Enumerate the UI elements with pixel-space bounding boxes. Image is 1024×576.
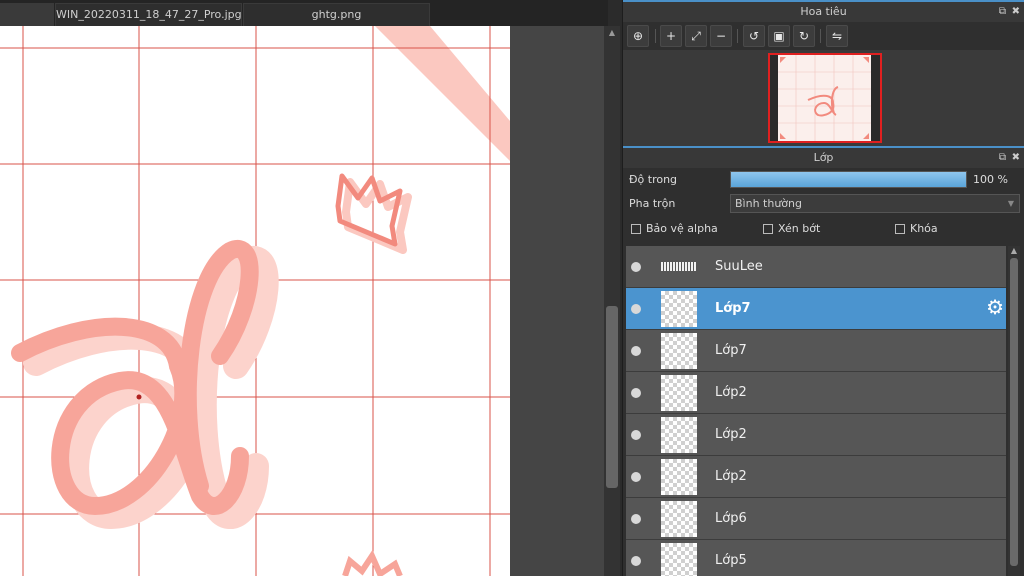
layer-thumbnail [661,543,697,576]
zoom-actual-icon[interactable]: ⊕ [627,25,649,47]
close-icon[interactable]: ✖ [1012,148,1020,168]
fit-screen-icon[interactable]: ⤢ [685,25,707,47]
layer-name: Lớp2 [715,469,747,484]
navigator-preview-area [623,50,1024,146]
layer-name: Lớp6 [715,511,747,526]
tab-previous[interactable] [0,3,54,26]
scroll-thumb[interactable] [1010,258,1018,566]
blend-mode-value: Bình thường [735,197,802,210]
layer-row[interactable]: Lớp2 [626,414,1006,456]
navigator-thumbnail [778,55,871,141]
visibility-icon[interactable] [631,346,641,356]
clipping-label: Xén bớt [778,222,821,235]
scroll-up-icon[interactable]: ▲ [607,28,617,38]
layer-row[interactable]: Lớp6 [626,498,1006,540]
tab-image-2[interactable]: ghtg.png [243,3,430,26]
visibility-icon[interactable] [631,262,641,272]
visibility-icon[interactable] [631,472,641,482]
checkbox-box[interactable] [631,223,641,234]
layer-row[interactable]: Lớp7 [626,330,1006,372]
visibility-icon[interactable] [631,388,641,398]
blend-row: Pha trộn Bình thường ▼ [623,192,1024,216]
layer-list: SuuLee Lớp7 ⚙ Lớp7 Lớp2 Lớp2 Lớp2 Lớp6 Lớp5 [626,246,1006,576]
canvas-artwork [0,26,510,576]
gear-icon[interactable]: ⚙ [986,297,1004,317]
chevron-down-icon: ▼ [1007,199,1014,208]
canvas-vertical-scrollbar[interactable]: ▲ [604,26,620,576]
navigator-title: Hoa tiêu [800,5,847,18]
checkbox-box[interactable] [763,223,773,234]
clipping-checkbox[interactable]: Xén bớt [763,222,820,235]
visibility-icon[interactable] [631,514,641,524]
scroll-thumb[interactable] [606,306,618,488]
layer-thumbnail [661,459,697,495]
layer-options-row: Bảo vệ alpha Xén bớt Khóa [623,216,1024,240]
layer-thumbnail [661,291,697,327]
canvas-area[interactable] [0,26,604,576]
layer-name: Lớp2 [715,385,747,400]
opacity-row: Độ trong 100 % [623,168,1024,192]
layer-name: Lớp7 [715,301,751,316]
layer-list-scrollbar[interactable]: ▲ [1008,246,1020,576]
popout-icon[interactable]: ⧉ [999,2,1006,22]
scroll-up-icon[interactable]: ▲ [1009,246,1019,255]
layer-thumbnail [661,375,697,411]
navigator-toolbar: ⊕ + ⤢ − ↺ ▣ ↻ ⇋ [623,22,1024,50]
layer-name: SuuLee [715,259,763,274]
navigator-viewport[interactable] [768,53,882,143]
letter-d-stroke [11,240,279,530]
opacity-slider[interactable] [730,171,967,188]
blend-mode-select[interactable]: Bình thường ▼ [730,194,1020,213]
layer-row[interactable]: Lớp5 [626,540,1006,576]
toolbar-separator [655,29,656,43]
checkbox-box[interactable] [895,223,905,234]
layers-title-bar: Lớp ⧉ ✖ [623,146,1024,168]
lock-label: Khóa [910,222,938,235]
protect-alpha-label: Bảo vệ alpha [646,222,718,235]
toolbar-separator [820,29,821,43]
close-icon[interactable]: ✖ [1012,2,1020,22]
tab-bar: WIN_20220311_18_47_27_Pro.jpg ghtg.png [0,0,608,26]
lock-checkbox[interactable]: Khóa [895,222,938,235]
zoom-out-icon[interactable]: − [710,25,732,47]
opacity-slider-fill [731,172,966,187]
drawing-canvas[interactable] [0,26,510,576]
rotate-right-icon[interactable]: ↻ [793,25,815,47]
layer-row[interactable]: Lớp2 [626,372,1006,414]
layer-thumbnail [661,501,697,537]
layer-row[interactable]: Lớp2 [626,456,1006,498]
layer-row[interactable]: Lớp7 ⚙ [626,288,1006,330]
layer-row[interactable]: SuuLee [626,246,1006,288]
layer-name: Lớp7 [715,343,747,358]
protect-alpha-checkbox[interactable]: Bảo vệ alpha [631,222,718,235]
fullscreen-icon[interactable]: ▣ [768,25,790,47]
visibility-icon[interactable] [631,556,641,566]
rotate-left-icon[interactable]: ↺ [743,25,765,47]
layer-thumbnail [661,249,697,285]
layer-name: Lớp2 [715,427,747,442]
zoom-in-icon[interactable]: + [660,25,682,47]
layer-thumbnail [661,333,697,369]
navigator-title-bar: Hoa tiêu ⧉ ✖ [623,0,1024,22]
opacity-value: 100 % [973,173,1008,186]
flip-icon[interactable]: ⇋ [826,25,848,47]
visibility-icon[interactable] [631,304,641,314]
layer-thumbnail [661,417,697,453]
toolbar-separator [737,29,738,43]
visibility-icon[interactable] [631,430,641,440]
blend-label: Pha trộn [629,197,676,210]
layers-title: Lớp [813,151,834,164]
app-window: WIN_20220311_18_47_27_Pro.jpg ghtg.png ▲… [0,0,1024,576]
opacity-label: Độ trong [629,173,678,186]
layer-name: Lớp5 [715,553,747,568]
tab-image-1[interactable]: WIN_20220311_18_47_27_Pro.jpg [55,3,242,26]
popout-icon[interactable]: ⧉ [999,148,1006,168]
pivot-point [136,394,142,400]
